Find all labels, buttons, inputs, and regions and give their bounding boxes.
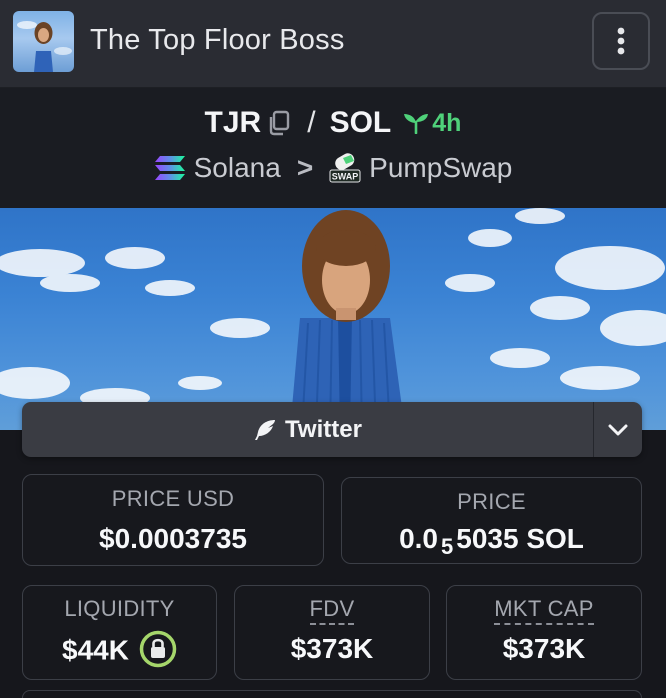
seedling-icon <box>404 114 429 134</box>
stat-label-mkt-cap: MKT CAP <box>494 596 594 625</box>
pair-row: TJR / SOL 4h <box>0 106 666 140</box>
token-title: The Top Floor Boss <box>90 24 345 56</box>
breadcrumb-separator: > <box>296 152 314 183</box>
more-options-button[interactable] <box>592 12 650 70</box>
twitter-label: Twitter <box>285 415 362 443</box>
lock-icon <box>139 630 177 668</box>
base-symbol: TJR <box>204 106 262 139</box>
stat-label-mkt-cap-wrap[interactable]: MKT CAP <box>447 596 641 625</box>
vertical-dots-icon <box>617 27 625 55</box>
chevron-down-icon <box>608 424 628 435</box>
stat-mkt-cap: MKT CAP $373K <box>446 585 642 680</box>
dex-name: PumpSwap <box>369 152 513 183</box>
avatar-image-icon <box>17 21 72 72</box>
chain-link-solana[interactable]: Solana <box>154 152 281 184</box>
next-section-edge <box>22 690 642 698</box>
stat-price-native: PRICE 0.0 5 5035 SOL <box>341 477 642 564</box>
stat-value-liquidity: $44K <box>62 634 129 666</box>
liquidity-lock-badge[interactable] <box>139 630 177 668</box>
pair-age-badge: 4h <box>403 109 461 138</box>
stat-value-mkt-cap: $373K <box>502 633 586 664</box>
banner-sky-image <box>0 208 666 430</box>
token-banner-image <box>0 208 666 430</box>
solana-logo-icon <box>154 156 185 180</box>
pumpswap-logo-icon: SWAP <box>329 153 361 183</box>
stat-label-price-usd: PRICE USD <box>111 486 235 511</box>
stat-label-liquidity: LIQUIDITY <box>64 596 175 621</box>
stat-label-fdv-wrap[interactable]: FDV <box>235 596 429 625</box>
chain-breadcrumb: Solana > SWAP PumpSwap <box>0 152 666 184</box>
app-header: The Top Floor Boss <box>0 0 666 88</box>
social-dropdown-toggle[interactable] <box>593 402 642 457</box>
price-prefix: 0.0 <box>399 523 439 554</box>
price-suffix: 5035 SOL <box>456 523 584 554</box>
social-links-bar: Twitter <box>22 402 642 457</box>
stat-value-fdv: $373K <box>290 633 374 664</box>
stat-liquidity: LIQUIDITY $44K <box>22 585 217 680</box>
token-avatar[interactable] <box>13 11 74 72</box>
feather-icon <box>255 419 276 440</box>
swap-badge-text: SWAP <box>332 172 359 182</box>
stat-label-price: PRICE <box>457 489 526 514</box>
stat-label-fdv: FDV <box>309 596 355 625</box>
pair-age: 4h <box>432 108 462 137</box>
twitter-button[interactable]: Twitter <box>22 402 593 457</box>
copy-icon <box>270 110 290 136</box>
stat-price-usd: PRICE USD $0.0003735 <box>22 474 324 566</box>
copy-address-button[interactable] <box>267 110 291 136</box>
stat-value-liquidity-row: $44K <box>23 630 216 671</box>
pair-separator: / <box>307 106 316 139</box>
stat-fdv: FDV $373K <box>234 585 430 680</box>
chain-name: Solana <box>193 152 281 183</box>
stat-value-price: 0.0 5 5035 SOL <box>342 523 641 559</box>
pair-info: TJR / SOL 4h Solana > SWAP PumpSwap <box>0 88 666 208</box>
dex-link-pumpswap[interactable]: SWAP PumpSwap <box>329 152 512 184</box>
price-zero-count: 5 <box>441 534 454 559</box>
quote-symbol: SOL <box>329 106 392 139</box>
stat-value-price-usd: $0.0003735 <box>99 523 247 554</box>
